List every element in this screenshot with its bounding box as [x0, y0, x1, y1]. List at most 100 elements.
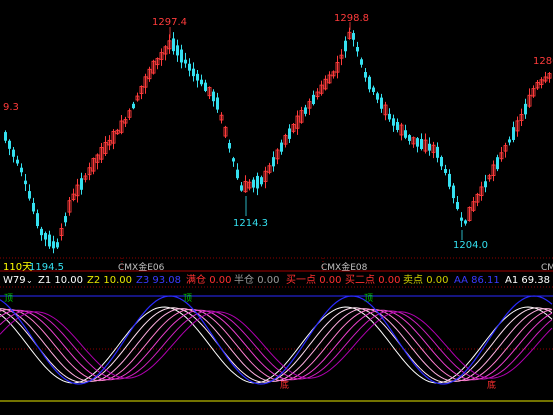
- candle-down: [8, 140, 11, 149]
- indicator-z3: Z3 93.08: [136, 275, 182, 286]
- candle-down: [440, 157, 443, 167]
- candle-down: [204, 82, 207, 91]
- candle-down: [392, 118, 395, 126]
- candle-down: [280, 142, 283, 152]
- signal-mark[interactable]: 顶: [364, 293, 373, 304]
- candle-down: [236, 169, 239, 179]
- indicator-dropdown-icon[interactable]: ⌄: [26, 275, 33, 287]
- candle-down: [304, 107, 307, 114]
- signal-mark[interactable]: 底: [487, 379, 496, 391]
- candle-down: [460, 217, 463, 221]
- indicator-name[interactable]: W79: [3, 275, 26, 287]
- candlestick-chart[interactable]: 顶 顶 顶底 底: [0, 0, 553, 415]
- indicator-buy-point-1: 买一点 0.00: [286, 275, 342, 286]
- candle-down: [416, 138, 419, 147]
- candle-down: [496, 157, 499, 170]
- candle-down: [184, 59, 187, 64]
- candle-down: [228, 143, 231, 149]
- candle-down: [200, 79, 203, 85]
- candle-down: [368, 76, 371, 90]
- high-label: 1297.4: [152, 17, 187, 28]
- candle-down: [376, 93, 379, 100]
- candle-down: [508, 139, 511, 143]
- candle-down: [464, 220, 467, 224]
- signal-mark[interactable]: 底: [280, 379, 289, 391]
- candle-down: [312, 94, 315, 105]
- candle-down: [240, 185, 243, 191]
- candle-down: [180, 49, 183, 63]
- indicator-buy-point-2: 买二点 0.00: [345, 275, 401, 286]
- candle-down: [524, 103, 527, 115]
- candle-down: [428, 143, 431, 151]
- candle-down: [28, 191, 31, 199]
- candle-down: [364, 72, 367, 78]
- candle-down: [396, 122, 399, 130]
- candle-down: [52, 241, 55, 249]
- indicator-z1: Z1 10.00: [38, 275, 84, 286]
- candle-down: [408, 135, 411, 141]
- candle-down: [36, 213, 39, 227]
- candle-down: [44, 233, 47, 240]
- high-label: 1298.8: [334, 13, 369, 24]
- candle-down: [188, 63, 191, 71]
- date-marker: CMX金E06: [118, 263, 165, 273]
- candle-down: [232, 158, 235, 162]
- candle-down: [420, 138, 423, 150]
- candle-down: [356, 46, 359, 52]
- candle-down: [172, 38, 175, 52]
- candle-down: [4, 132, 7, 141]
- candle-down: [252, 179, 255, 188]
- candle-down: [512, 127, 515, 140]
- signal-mark[interactable]: 顶: [4, 293, 13, 304]
- candle-down: [56, 242, 59, 248]
- candle-down: [344, 40, 347, 52]
- candle-down: [452, 185, 455, 199]
- indicator-sell-point: 卖点 0.00: [403, 275, 449, 286]
- candle-down: [132, 103, 135, 109]
- candle-down: [484, 181, 487, 188]
- candle-down: [448, 173, 451, 187]
- candle-down: [360, 59, 363, 65]
- indicator-wave: [0, 307, 553, 383]
- candle-down: [372, 87, 375, 92]
- candle-down: [40, 228, 43, 236]
- candle-down: [196, 73, 199, 81]
- candle-down: [80, 178, 83, 190]
- indicator-full-position: 满仓 0.00: [186, 275, 232, 286]
- left-partial-label: 9.3: [3, 102, 19, 113]
- candle-down: [288, 128, 291, 139]
- candle-down: [212, 91, 215, 102]
- candle-down: [260, 177, 263, 185]
- candle-down: [20, 167, 23, 173]
- indicator-wave: [0, 308, 553, 382]
- candle-down: [12, 149, 15, 157]
- candle-down: [216, 97, 219, 110]
- low-label: 1204.0: [453, 240, 488, 251]
- candle-down: [48, 234, 51, 247]
- candle-down: [436, 146, 439, 158]
- indicator-aa: AA 86.11: [454, 275, 500, 286]
- indicator-z2: Z2 10.00: [87, 275, 133, 286]
- indicator-wave: [0, 306, 553, 384]
- candle-down: [456, 202, 459, 209]
- candle-down: [192, 68, 195, 77]
- low-label: 1214.3: [233, 218, 268, 229]
- date-marker: CMX金E08: [321, 263, 368, 273]
- candle-down: [352, 33, 355, 40]
- candle-down: [444, 169, 447, 173]
- candle-down: [176, 45, 179, 56]
- signal-mark[interactable]: 顶: [183, 293, 192, 304]
- candle-down: [380, 97, 383, 109]
- candle-down: [64, 216, 67, 223]
- candle-down: [24, 180, 27, 185]
- date-marker: CM: [541, 263, 553, 273]
- indicator-half-position: 半仓 0.00: [234, 275, 280, 286]
- candle-down: [16, 159, 19, 164]
- indicator-a1: A1 69.38: [505, 275, 551, 286]
- candle-down: [272, 157, 275, 167]
- chart-window: 顶 顶 顶底 底 1297.4 1298.8 1280 9.3 1214.3 1204…: [0, 0, 553, 415]
- high-label: 1280: [533, 56, 553, 67]
- candle-down: [388, 113, 391, 120]
- candle-down: [404, 130, 407, 138]
- candle-down: [32, 202, 35, 212]
